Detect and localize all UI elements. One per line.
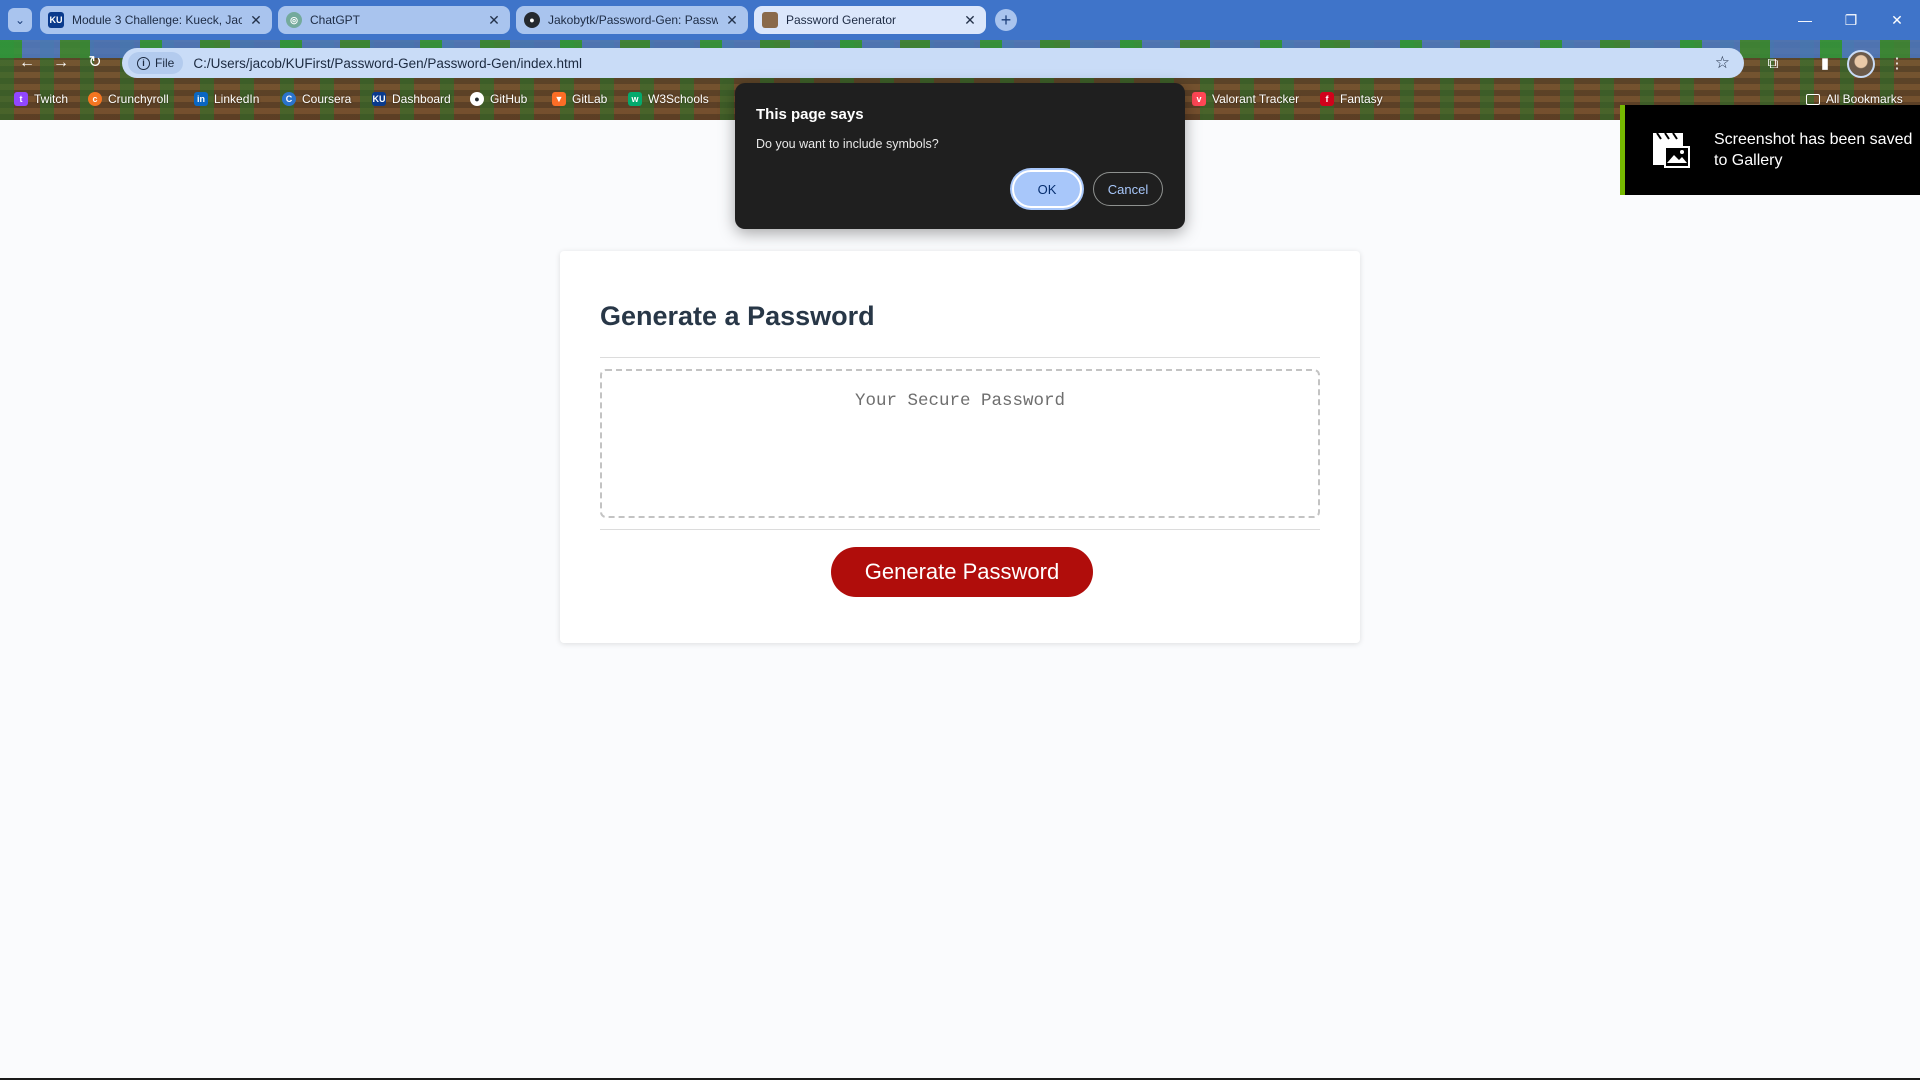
bookmark-label: Fantasy (1340, 92, 1383, 106)
scheme-label: File (155, 56, 175, 70)
bookmark-w3schools[interactable]: w W3Schools (628, 88, 709, 110)
generate-password-button[interactable]: Generate Password (831, 547, 1093, 597)
divider (600, 357, 1320, 358)
forward-arrow-icon[interactable]: → (50, 52, 72, 74)
back-arrow-icon[interactable]: ← (16, 52, 38, 74)
divider (600, 529, 1320, 530)
minimize-icon[interactable]: — (1782, 8, 1828, 32)
side-panel-icon[interactable]: ▮ (1812, 51, 1838, 77)
coursera-icon: C (282, 92, 296, 106)
chatgpt-favicon-icon: ◎ (286, 12, 302, 28)
crunchyroll-icon: c (88, 92, 102, 106)
menu-kebab-icon[interactable]: ⋮ (1884, 51, 1910, 77)
close-window-icon[interactable]: ✕ (1874, 8, 1920, 32)
bookmark-twitch[interactable]: t Twitch (14, 88, 68, 110)
restore-icon[interactable]: ❐ (1828, 8, 1874, 32)
github-favicon-icon: ● (524, 12, 540, 28)
tab-module-3-challenge[interactable]: KU Module 3 Challenge: Kueck, Jac ✕ (40, 6, 272, 34)
folder-icon (1806, 93, 1820, 105)
url-text[interactable]: C:/Users/jacob/KUFirst/Password-Gen/Pass… (193, 56, 582, 71)
tab-strip: ⌄ KU Module 3 Challenge: Kueck, Jac ✕ ◎ … (0, 0, 1920, 40)
bookmark-fantasy[interactable]: f Fantasy (1320, 88, 1383, 110)
bookmark-coursera[interactable]: C Coursera (282, 88, 351, 110)
tab-close-icon[interactable]: ✕ (248, 12, 264, 29)
info-icon: i (137, 56, 150, 70)
bookmark-valorant-tracker[interactable]: v Valorant Tracker (1192, 88, 1299, 110)
confirm-dialog: This page says Do you want to include sy… (735, 83, 1185, 229)
tab-title: Password Generator (786, 13, 897, 27)
tab-title: Module 3 Challenge: Kueck, Jac (72, 13, 242, 27)
tab-close-icon[interactable]: ✕ (486, 12, 502, 29)
dialog-title: This page says (756, 106, 864, 123)
valorant-icon: v (1192, 92, 1206, 106)
profile-avatar[interactable] (1847, 50, 1875, 78)
extensions-puzzle-icon[interactable]: ⧉ (1760, 51, 1786, 77)
bookmark-gitlab[interactable]: ▼ GitLab (552, 88, 607, 110)
screenshot-toast: Screenshot has been saved to Gallery (1620, 105, 1920, 195)
new-tab-plus-icon[interactable]: + (995, 9, 1017, 31)
tab-close-icon[interactable]: ✕ (962, 12, 978, 29)
address-bar[interactable]: i File C:/Users/jacob/KUFirst/Password-G… (122, 48, 1744, 78)
w3schools-icon: w (628, 92, 642, 106)
ku-favicon-icon: KU (48, 12, 64, 28)
linkedin-icon: in (194, 92, 208, 106)
bookmark-label: Dashboard (392, 92, 451, 106)
all-bookmarks-label: All Bookmarks (1826, 92, 1903, 106)
tab-title: ChatGPT (310, 13, 361, 27)
page-favicon-icon (762, 12, 778, 28)
site-info-chip[interactable]: i File (128, 52, 184, 74)
bookmark-label: W3Schools (648, 92, 709, 106)
bookmark-star-icon[interactable]: ☆ (1715, 53, 1730, 73)
bookmark-crunchyroll[interactable]: c Crunchyroll (88, 88, 169, 110)
gallery-clapper-icon (1653, 132, 1690, 168)
tab-close-icon[interactable]: ✕ (724, 12, 740, 29)
bookmark-label: GitLab (572, 92, 608, 106)
dialog-message: Do you want to include symbols? (756, 137, 939, 151)
twitch-icon: t (14, 92, 28, 106)
tab-title: Jakobytk/Password-Gen: Passw (548, 13, 718, 27)
password-output[interactable]: Your Secure Password (600, 369, 1320, 518)
reload-icon[interactable]: ↻ (84, 52, 106, 74)
bookmark-linkedin[interactable]: in LinkedIn (194, 88, 259, 110)
ku-icon: KU (372, 92, 386, 106)
github-icon: ● (470, 92, 484, 106)
bookmark-label: Twitch (34, 92, 69, 106)
tab-github-repo[interactable]: ● Jakobytk/Password-Gen: Passw ✕ (516, 6, 748, 34)
bookmark-label: Crunchyroll (108, 92, 169, 106)
password-card: Generate a Password Your Secure Password… (560, 251, 1360, 643)
bookmark-label: LinkedIn (214, 92, 260, 106)
bookmark-label: Coursera (302, 92, 352, 106)
bookmark-label: GitHub (490, 92, 528, 106)
bookmark-github[interactable]: ● GitHub (470, 88, 527, 110)
tab-chatgpt[interactable]: ◎ ChatGPT ✕ (278, 6, 510, 34)
toast-message: Screenshot has been saved to Gallery (1714, 131, 1913, 169)
cancel-button[interactable]: Cancel (1093, 172, 1163, 206)
bookmark-label: Valorant Tracker (1212, 92, 1300, 106)
tab-password-generator[interactable]: Password Generator ✕ (754, 6, 986, 34)
fantasy-icon: f (1320, 92, 1334, 106)
gitlab-icon: ▼ (552, 92, 566, 106)
bookmark-dashboard[interactable]: KU Dashboard (372, 88, 451, 110)
ok-button[interactable]: OK (1012, 170, 1082, 208)
tab-search-chevron-icon[interactable]: ⌄ (8, 8, 32, 32)
page-heading: Generate a Password (600, 301, 875, 331)
